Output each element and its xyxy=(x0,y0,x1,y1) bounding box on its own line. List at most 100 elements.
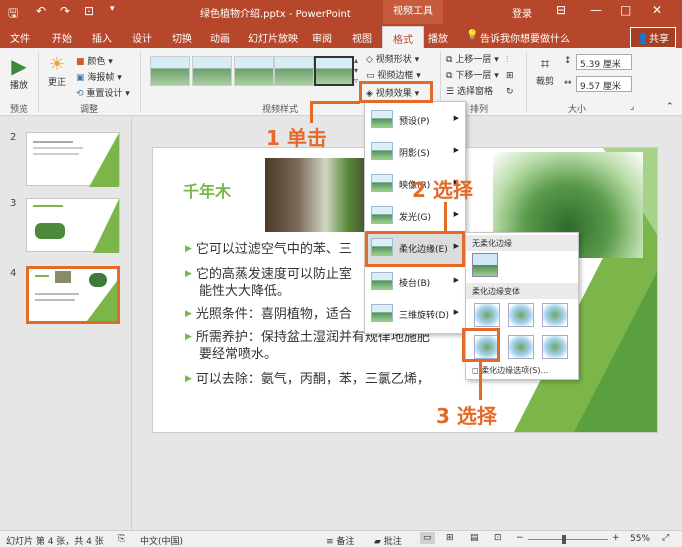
bring-forward-button[interactable]: ⧉ 上移一层 ▾ xyxy=(446,52,499,65)
language-indicator[interactable]: 中文(中国) xyxy=(140,534,183,547)
save-icon[interactable]: 🖫 xyxy=(8,4,18,25)
menu-item-shadow[interactable]: 阴影(S) ▶ xyxy=(365,136,465,168)
annotation-line-1b xyxy=(310,101,360,104)
menu-item-3d-rotation[interactable]: 三维旋转(D) ▶ xyxy=(365,298,465,330)
zoom-out-button[interactable]: − xyxy=(516,533,524,543)
restore-button[interactable]: □ xyxy=(620,3,631,17)
tab-transitions[interactable]: 切换 xyxy=(172,30,192,45)
glow-icon xyxy=(371,206,393,224)
notes-label: 备注 xyxy=(336,537,355,547)
tab-slideshow[interactable]: 幻灯片放映 xyxy=(248,30,298,45)
video-shape-button[interactable]: ◇ 视频形状 ▾ xyxy=(366,52,419,65)
tell-me-search[interactable]: 告诉我你想要做什么 xyxy=(480,30,570,45)
menu-item-label: 阴影(S) xyxy=(399,149,430,159)
soft-edge-1pt[interactable] xyxy=(474,303,500,327)
login-link[interactable]: 登录 xyxy=(512,5,532,20)
separator xyxy=(38,52,39,112)
customize-qa-icon[interactable]: ▾ xyxy=(110,4,115,14)
soft-edge-50pt[interactable] xyxy=(542,335,568,359)
tab-file[interactable]: 文件 xyxy=(10,30,30,45)
poster-frame-button[interactable]: ▣ 海报帧 ▾ xyxy=(76,70,122,83)
undo-icon[interactable]: ↶ xyxy=(36,4,46,18)
slide-thumbnail-pane: 2 3 4 xyxy=(0,116,132,530)
send-backward-button[interactable]: ⧉ 下移一层 ▾ xyxy=(446,68,499,81)
thumb-text-line xyxy=(33,147,83,149)
video-frame[interactable] xyxy=(265,158,375,232)
separator xyxy=(526,52,527,112)
bullet-2-cont: 能性大大降低。 xyxy=(199,284,291,299)
soft-edge-5pt[interactable] xyxy=(542,303,568,327)
tab-design[interactable]: 设计 xyxy=(132,30,152,45)
menu-item-label: 预设(P) xyxy=(399,117,430,127)
play-button[interactable]: ▶ 播放 xyxy=(6,54,32,91)
thumb-text-line xyxy=(33,205,63,207)
close-button[interactable]: ✕ xyxy=(652,3,662,17)
video-style-5[interactable] xyxy=(314,56,354,86)
menu-item-preset[interactable]: 预设(P) ▶ xyxy=(365,104,465,136)
share-label: 共享 xyxy=(649,34,669,45)
comments-button[interactable]: ▰ 批注 xyxy=(374,534,402,547)
slide-thumbnail-2[interactable] xyxy=(26,132,120,187)
normal-view-icon[interactable]: ▭ xyxy=(420,532,435,544)
spellcheck-icon[interactable]: ⎘ xyxy=(118,534,125,544)
thumb-number: 4 xyxy=(10,268,17,279)
soft-edge-options[interactable]: ◻ 柔化边缘选项(S)... xyxy=(472,365,548,376)
slideshow-icon[interactable]: ⊡ xyxy=(494,533,502,543)
crop-button[interactable]: ⌗ 裁剪 xyxy=(532,54,558,87)
soft-edge-options-label: 柔化边缘选项(S)... xyxy=(481,366,549,375)
video-style-1[interactable] xyxy=(150,56,190,86)
share-button[interactable]: 👤共享 xyxy=(629,27,676,48)
soft-edge-2.5pt[interactable] xyxy=(508,303,534,327)
video-style-3[interactable] xyxy=(234,56,274,86)
size-dialog-launcher-icon[interactable]: ⌟ xyxy=(630,102,634,112)
align-icons[interactable]: ⫶ ⊞ ↻ xyxy=(506,52,514,100)
tab-animations[interactable]: 动画 xyxy=(210,30,230,45)
fit-to-window-icon[interactable]: ⤢ xyxy=(662,533,669,543)
video-style-4[interactable] xyxy=(274,56,314,86)
zoom-slider-thumb[interactable] xyxy=(562,535,566,544)
zoom-slider[interactable] xyxy=(528,539,608,540)
ribbon-display-icon[interactable]: ⊟ xyxy=(556,3,566,17)
no-soft-edge-option[interactable] xyxy=(472,253,498,277)
zoom-level[interactable]: 55% xyxy=(630,534,650,544)
video-style-2[interactable] xyxy=(192,56,232,86)
annotation-line-2 xyxy=(444,202,447,232)
video-border-button[interactable]: ▭ 视频边框 ▾ xyxy=(366,68,421,81)
height-input[interactable]: 5.39 厘米 xyxy=(576,54,632,70)
slide-thumbnail-4-selected[interactable] xyxy=(26,266,120,324)
tab-playback[interactable]: 播放 xyxy=(428,30,448,45)
notes-button[interactable]: ≡ 备注 xyxy=(326,534,354,547)
presenter-icon[interactable]: ⊡ xyxy=(84,4,94,18)
tab-view[interactable]: 视图 xyxy=(352,30,372,45)
menu-item-glow[interactable]: 发光(G) ▶ xyxy=(365,200,465,232)
soft-edge-25pt[interactable] xyxy=(508,335,534,359)
correct-button[interactable]: ☀ 更正 xyxy=(44,54,70,88)
menu-item-label: 发光(G) xyxy=(399,213,431,223)
zoom-in-button[interactable]: + xyxy=(612,533,620,543)
send-backward-label: 下移一层 xyxy=(455,71,492,81)
reading-view-icon[interactable]: ▤ xyxy=(470,533,479,543)
color-button[interactable]: ■ 颜色 ▾ xyxy=(76,54,113,67)
minimize-button[interactable]: — xyxy=(590,3,602,17)
gallery-scroll[interactable]: ▴ ▾ ▿ xyxy=(354,56,358,86)
tab-review[interactable]: 审阅 xyxy=(312,30,332,45)
height-icon: ↕ xyxy=(564,56,572,66)
redo-icon[interactable]: ↷ xyxy=(60,4,70,18)
status-bar: 幻灯片 第 4 张，共 4 张 ⎘ 中文(中国) ≡ 备注 ▰ 批注 ▭ ⊞ ▤… xyxy=(0,530,682,547)
tab-insert[interactable]: 插入 xyxy=(92,30,112,45)
menu-item-bevel[interactable]: 棱台(B) ▶ xyxy=(365,266,465,298)
slide-thumbnail-3[interactable] xyxy=(26,198,120,253)
slide-sorter-icon[interactable]: ⊞ xyxy=(446,533,454,543)
reset-design-button[interactable]: ⟲ 重置设计 ▾ xyxy=(76,86,130,99)
context-tab-video-tools: 视频工具 xyxy=(383,0,443,24)
thumb-text-line xyxy=(35,299,75,301)
thumb-green-shape xyxy=(93,199,119,253)
bevel-icon xyxy=(371,272,393,290)
tab-format[interactable]: 格式 xyxy=(382,26,424,48)
selection-pane-button[interactable]: ☰ 选择窗格 xyxy=(446,84,493,97)
submenu-arrow-icon: ▶ xyxy=(453,210,459,218)
tab-home[interactable]: 开始 xyxy=(52,30,72,45)
width-input[interactable]: 9.57 厘米 xyxy=(576,76,632,92)
bullet-3: 光照条件：喜阴植物，适合 xyxy=(185,303,352,322)
collapse-ribbon-icon[interactable]: ⌃ xyxy=(666,102,674,112)
